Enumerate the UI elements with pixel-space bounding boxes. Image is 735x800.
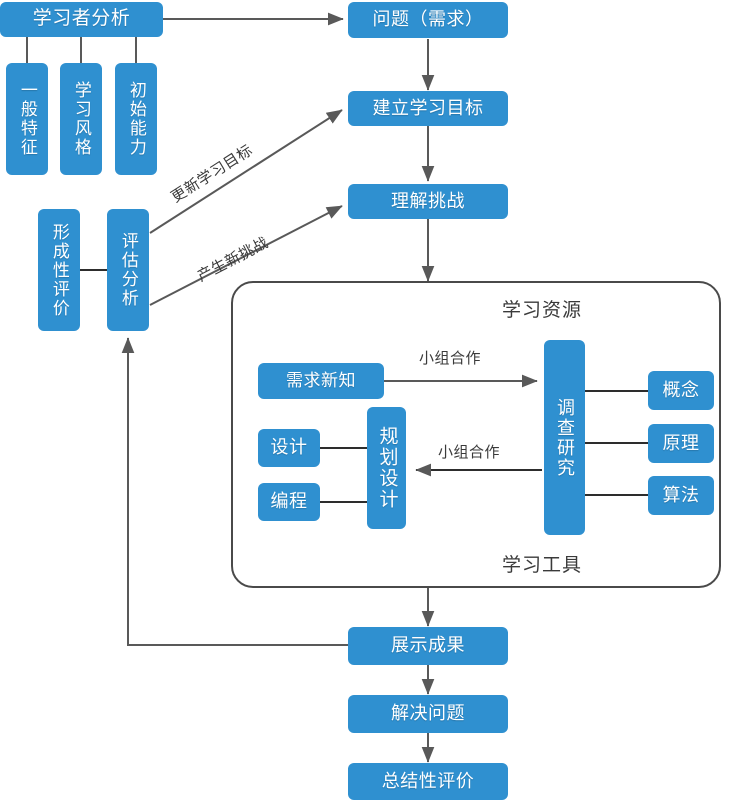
node-initial-ability[interactable]: 初始能力 xyxy=(115,63,157,175)
edge-label-generate-challenge: 产生新挑战 xyxy=(194,234,272,286)
node-learner-analysis[interactable]: 学习者分析 xyxy=(0,2,163,37)
node-design[interactable]: 设计 xyxy=(258,429,320,467)
node-understand-challenge[interactable]: 理解挑战 xyxy=(348,184,508,219)
edge-label-group-cooperation-bottom: 小组合作 xyxy=(438,444,501,461)
node-assessment-analysis[interactable]: 评估分析 xyxy=(107,209,149,331)
node-problem-need[interactable]: 问题（需求） xyxy=(348,2,508,38)
edge-label-update-goal: 更新学习目标 xyxy=(168,141,256,207)
node-principle[interactable]: 原理 xyxy=(648,424,714,463)
flowchart-canvas: 学习者分析 一般特征 学习风格 初始能力 形成性评价 评估分析 问题（需求） 建… xyxy=(0,0,735,800)
edge-label-group-cooperation-top: 小组合作 xyxy=(419,350,482,367)
node-algorithm[interactable]: 算法 xyxy=(648,476,714,515)
node-formative-evaluation[interactable]: 形成性评价 xyxy=(38,209,80,331)
node-programming[interactable]: 编程 xyxy=(258,483,320,521)
node-establish-goal[interactable]: 建立学习目标 xyxy=(348,91,508,126)
node-demand-new-knowledge[interactable]: 需求新知 xyxy=(258,363,384,399)
node-summative-evaluation[interactable]: 总结性评价 xyxy=(348,763,508,800)
panel-label-learning-resources: 学习资源 xyxy=(502,300,583,321)
node-investigate-research[interactable]: 调查研究 xyxy=(544,340,585,535)
node-show-results[interactable]: 展示成果 xyxy=(348,627,508,665)
panel-label-learning-tools: 学习工具 xyxy=(502,555,583,576)
node-plan-design[interactable]: 规划设计 xyxy=(367,407,406,529)
edge-assessment-to-goal xyxy=(149,109,343,234)
node-concept[interactable]: 概念 xyxy=(648,371,714,410)
node-learning-style[interactable]: 学习风格 xyxy=(60,63,102,175)
node-general-traits[interactable]: 一般特征 xyxy=(6,63,48,175)
node-solve-problem[interactable]: 解决问题 xyxy=(348,695,508,733)
